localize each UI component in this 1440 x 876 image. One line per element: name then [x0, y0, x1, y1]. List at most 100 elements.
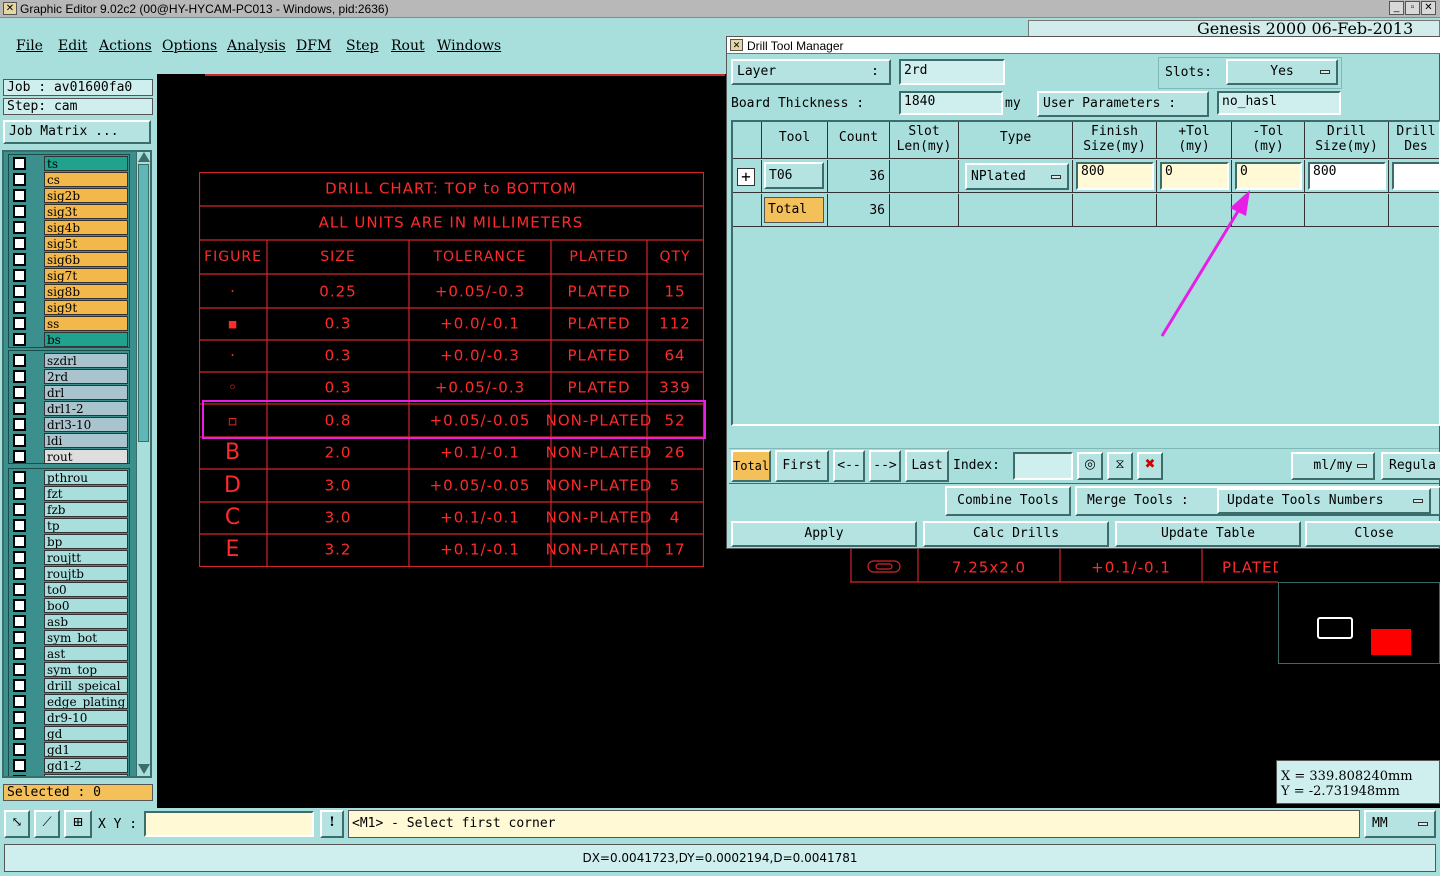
layer-name[interactable]: tp: [44, 518, 128, 533]
layer-checkbox[interactable]: [13, 205, 26, 218]
layer-name[interactable]: cs: [44, 172, 128, 187]
filter-icon[interactable]: ⧖: [1107, 452, 1133, 480]
menu-actions[interactable]: Actions: [99, 38, 152, 54]
layer-checkbox[interactable]: [13, 775, 26, 776]
close-dialog-button[interactable]: Close: [1305, 521, 1440, 547]
layer-name[interactable]: asb: [44, 614, 128, 629]
menu-step[interactable]: Step: [346, 38, 378, 54]
layer-name[interactable]: sig9t: [44, 300, 128, 315]
units-mm-select[interactable]: MM: [1364, 810, 1436, 838]
layer-name[interactable]: gd1: [44, 742, 128, 757]
layer-name[interactable]: gd2-3: [44, 774, 128, 776]
regular-select[interactable]: Regula: [1381, 452, 1440, 480]
layer-item[interactable]: pthrou: [12, 470, 128, 485]
apply-button[interactable]: Apply: [731, 521, 917, 547]
layer-checkbox[interactable]: [13, 157, 26, 170]
type-select[interactable]: NPlated: [965, 163, 1069, 190]
table-header-cell[interactable]: -Tol (my): [1232, 122, 1305, 159]
layer-name[interactable]: edge_plating: [44, 694, 128, 709]
layer-item[interactable]: to0: [12, 582, 128, 597]
layer-name[interactable]: drill_speical: [44, 678, 128, 693]
layer-name[interactable]: roujtb: [44, 566, 128, 581]
layer-item[interactable]: tp: [12, 518, 128, 533]
table-header-cell[interactable]: Tool: [762, 122, 828, 159]
info-icon[interactable]: !: [320, 810, 344, 838]
layer-checkbox[interactable]: [13, 301, 26, 314]
layer-item[interactable]: fzt: [12, 486, 128, 501]
layer-checkbox[interactable]: [13, 253, 26, 266]
layer-item[interactable]: gd1: [12, 742, 128, 757]
layer-name[interactable]: sig2b: [44, 188, 128, 203]
zoom-area-icon[interactable]: ⤡: [4, 810, 30, 838]
layer-checkbox[interactable]: [13, 354, 26, 367]
layer-name[interactable]: gd1-2: [44, 758, 128, 773]
layer-checkbox[interactable]: [13, 173, 26, 186]
layer-name[interactable]: ldi: [44, 433, 128, 448]
layer-checkbox[interactable]: [13, 333, 26, 346]
layer-name[interactable]: szdrl: [44, 353, 128, 368]
layer-item[interactable]: sig3t: [12, 204, 128, 219]
table-header-cell[interactable]: Slot Len(my): [890, 122, 959, 159]
total-nav-button[interactable]: Total: [731, 450, 771, 482]
layer-checkbox[interactable]: [13, 503, 26, 516]
layer-item[interactable]: szdrl: [12, 353, 128, 368]
layer-name[interactable]: pthrou: [44, 470, 128, 485]
layer-name[interactable]: 2rd: [44, 369, 128, 384]
layer-item[interactable]: dr9-10: [12, 710, 128, 725]
layer-name[interactable]: ss: [44, 316, 128, 331]
slots-select[interactable]: Yes: [1226, 59, 1338, 85]
index-input[interactable]: [1013, 452, 1073, 480]
prev-button[interactable]: <--: [833, 450, 865, 482]
layer-name[interactable]: sig3t: [44, 204, 128, 219]
layer-item[interactable]: rout: [12, 449, 128, 464]
combine-tools-button[interactable]: Combine Tools: [945, 486, 1071, 516]
table-header-cell[interactable]: Drill Des: [1389, 122, 1439, 159]
table-header-cell[interactable]: Finish Size(my): [1073, 122, 1157, 159]
finish-size-input[interactable]: 800: [1076, 162, 1154, 190]
layer-scrollbar[interactable]: [136, 152, 150, 776]
layer-item[interactable]: drill_speical: [12, 678, 128, 693]
lamp-icon[interactable]: ◎: [1077, 452, 1103, 480]
layer-checkbox[interactable]: [13, 434, 26, 447]
menu-dfm[interactable]: DFM: [296, 38, 331, 54]
layer-item[interactable]: sig2b: [12, 188, 128, 203]
layer-item[interactable]: gd: [12, 726, 128, 741]
layer-checkbox[interactable]: [13, 679, 26, 692]
menu-edit[interactable]: Edit: [58, 38, 87, 54]
layer-item[interactable]: ldi: [12, 433, 128, 448]
scroll-up-icon[interactable]: [138, 152, 150, 162]
drill-des-input[interactable]: [1392, 162, 1439, 190]
layer-item[interactable]: fzb: [12, 502, 128, 517]
layer-item[interactable]: sym_top: [12, 662, 128, 677]
layer-name[interactable]: roujtt: [44, 550, 128, 565]
layer-name[interactable]: sig5t: [44, 236, 128, 251]
layer-name[interactable]: bp: [44, 534, 128, 549]
layer-checkbox[interactable]: [13, 386, 26, 399]
layer-name[interactable]: gd: [44, 726, 128, 741]
layer-item[interactable]: sig4b: [12, 220, 128, 235]
first-button[interactable]: First: [775, 450, 829, 482]
layer-name[interactable]: to0: [44, 582, 128, 597]
layer-name[interactable]: fzt: [44, 486, 128, 501]
layer-name[interactable]: bs: [44, 332, 128, 347]
scroll-down-icon[interactable]: [138, 764, 150, 774]
layer-checkbox[interactable]: [13, 567, 26, 580]
layer-name[interactable]: ts: [44, 156, 128, 171]
layer-name[interactable]: sym_top: [44, 662, 128, 677]
layer-item[interactable]: drl: [12, 385, 128, 400]
layer-item[interactable]: sig5t: [12, 236, 128, 251]
layer-name[interactable]: bo0: [44, 598, 128, 613]
units-select[interactable]: ml/my: [1291, 452, 1375, 480]
delete-icon[interactable]: ✖: [1137, 452, 1163, 480]
layer-checkbox[interactable]: [13, 450, 26, 463]
layer-name[interactable]: drl3-10: [44, 417, 128, 432]
minimize-button[interactable]: _: [1389, 1, 1404, 15]
layer-checkbox[interactable]: [13, 471, 26, 484]
mini-map[interactable]: [1278, 582, 1440, 664]
layer-name[interactable]: sig6b: [44, 252, 128, 267]
scroll-thumb[interactable]: [138, 164, 149, 442]
layer-name[interactable]: sig7t: [44, 268, 128, 283]
xy-input[interactable]: [144, 811, 314, 837]
layer-checkbox[interactable]: [13, 317, 26, 330]
next-button[interactable]: -->: [869, 450, 901, 482]
